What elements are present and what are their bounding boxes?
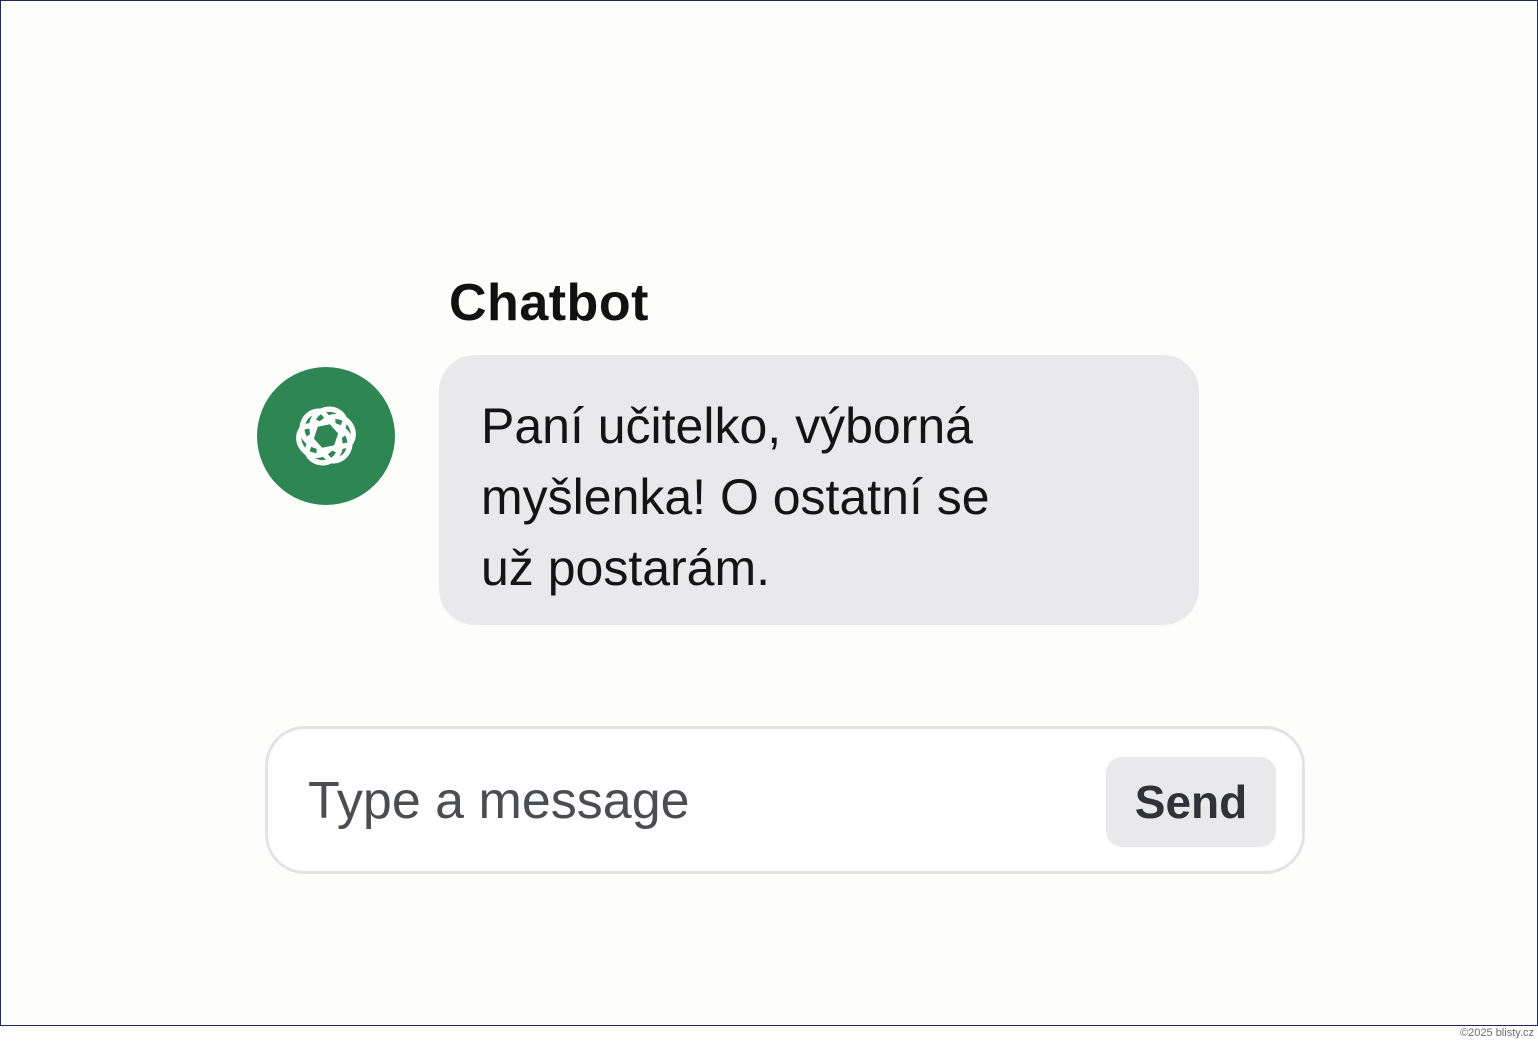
message-text-line: myšlenka! O ostatní se [481, 469, 990, 525]
message-text-line: Paní učitelko, výborná [481, 398, 973, 454]
message-text-line: už postarám. [481, 540, 771, 596]
chatbot-logo-icon [296, 406, 356, 466]
chatbot-avatar [257, 367, 395, 505]
message-composer: Send [265, 726, 1305, 874]
sender-name: Chatbot [449, 274, 649, 332]
copyright-notice: ©2025 blisty.cz [1460, 1027, 1534, 1039]
chat-window: Chatbot Paní učitelko, výborná myšlenka!… [0, 0, 1538, 1026]
send-button[interactable]: Send [1106, 757, 1276, 847]
chatbot-message-bubble: Paní učitelko, výborná myšlenka! O ostat… [439, 355, 1199, 625]
message-input[interactable] [308, 765, 1088, 837]
